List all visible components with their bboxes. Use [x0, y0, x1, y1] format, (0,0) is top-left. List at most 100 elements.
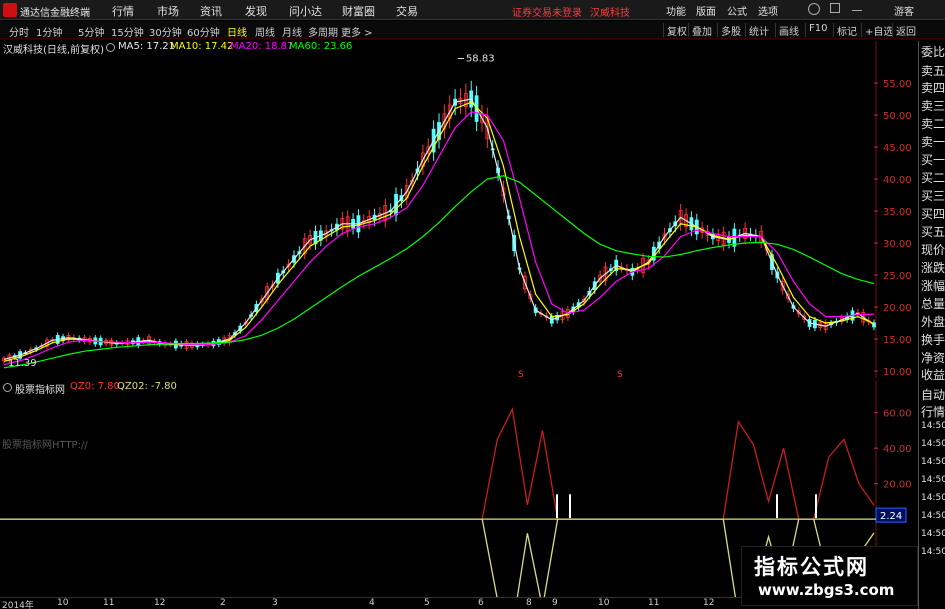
- period-1min[interactable]: 1分钟: [36, 24, 62, 39]
- menu-gongshi[interactable]: 公式: [727, 3, 747, 18]
- period-15min[interactable]: 15分钟: [111, 24, 144, 39]
- sub-axis-tick-label: 20.00: [883, 480, 912, 491]
- right-panel-label: 委比: [921, 45, 945, 59]
- right-panel-label: 14:50: [921, 475, 945, 485]
- period-more[interactable]: 更多 >: [341, 24, 373, 39]
- sub-axis-tick-label: 40.00: [883, 444, 912, 455]
- period-daily[interactable]: 日线: [227, 24, 247, 39]
- right-panel-label[interactable]: 行情: [921, 403, 945, 420]
- time-axis-label: 2014年: [2, 601, 34, 609]
- menu-caifuquan[interactable]: 财富圈: [342, 3, 375, 19]
- duogu-button[interactable]: 多股: [717, 23, 741, 38]
- menu-faxian[interactable]: 发现: [245, 3, 267, 19]
- right-panel-label: 卖三: [921, 99, 945, 113]
- period-fenshi[interactable]: 分时: [9, 24, 29, 39]
- app-logo-icon: [3, 3, 17, 17]
- time-axis-label: 11: [103, 598, 115, 608]
- time-axis-label: 6: [478, 598, 484, 608]
- guest-label[interactable]: 游客: [894, 3, 914, 18]
- add-favorite-button[interactable]: +自选: [861, 23, 893, 38]
- menu-banmian[interactable]: 版面: [696, 3, 716, 18]
- period-60min[interactable]: 60分钟: [187, 24, 220, 39]
- main-axis-tick-label: 10.00: [883, 367, 912, 378]
- menu-shichang[interactable]: 市场: [157, 3, 179, 19]
- f10-button[interactable]: F10: [805, 23, 827, 37]
- time-axis-label: 12: [154, 598, 166, 608]
- ma60-line: [3, 175, 875, 369]
- low-price-label: 11.39: [8, 358, 37, 369]
- back-button[interactable]: 返回: [892, 23, 916, 38]
- menu-hangqing[interactable]: 行情: [112, 3, 134, 19]
- right-panel-label: 卖四: [921, 81, 945, 95]
- app-name: 通达信金融终端: [20, 8, 90, 19]
- time-axis-label: 12: [703, 598, 715, 608]
- huaxian-button[interactable]: 画线: [775, 23, 799, 38]
- time-axis-label: 4: [369, 598, 375, 608]
- right-panel-label: 14:50: [921, 547, 945, 557]
- period-30min[interactable]: 30分钟: [149, 24, 182, 39]
- main-price-chart[interactable]: 55.00 50.00 45.00 40.00 35.00 30.00 25.00 20.00…: [0, 41, 918, 378]
- message-icon[interactable]: [830, 3, 840, 13]
- period-bar: 分时 1分钟 5分钟 15分钟 30分钟 60分钟 日线 周线 月线 多周期 更…: [0, 21, 945, 39]
- right-panel-label: 涨跌: [921, 261, 945, 275]
- time-axis-label: 9: [552, 598, 558, 608]
- tongji-button[interactable]: 统计: [745, 23, 769, 38]
- time-axis-label: 10: [598, 598, 610, 608]
- time-axis-label: 3: [272, 598, 278, 608]
- biaoji-button[interactable]: 标记: [833, 23, 857, 38]
- right-panel-label: 买五: [921, 225, 945, 239]
- current-stock-name: 汉威科技: [590, 8, 630, 19]
- right-panel-label: 14:50: [921, 457, 945, 467]
- right-panel-label: 买二: [921, 171, 945, 185]
- right-panel-label[interactable]: 自动: [921, 386, 945, 403]
- site-badge: 指标公式网 www.zbgs3.com: [741, 546, 918, 606]
- event-marker-s: S: [617, 370, 623, 378]
- right-panel-label: 外盘: [921, 315, 945, 329]
- period-monthly[interactable]: 月线: [282, 24, 302, 39]
- main-axis-tick-label: 20.00: [883, 303, 912, 314]
- menu-jiaoyi[interactable]: 交易: [396, 3, 418, 19]
- current-value-label: 2.24: [880, 511, 902, 522]
- menu-gongneng[interactable]: 功能: [666, 3, 686, 18]
- right-panel-label: 涨幅: [921, 279, 945, 293]
- fuquan-button[interactable]: 复权: [663, 23, 687, 38]
- main-axis-tick-label: 50.00: [883, 111, 912, 122]
- right-panel-label: 14:50: [921, 493, 945, 503]
- period-multi[interactable]: 多周期: [308, 24, 338, 39]
- main-axis-tick-label: 45.00: [883, 143, 912, 154]
- period-5min[interactable]: 5分钟: [78, 24, 104, 39]
- right-panel-label: 收益: [921, 368, 945, 382]
- main-axis-tick-label: 30.00: [883, 239, 912, 250]
- user-icon[interactable]: [808, 3, 820, 15]
- right-panel-label: 14:50: [921, 529, 945, 539]
- badge-url: www.zbgs3.com: [758, 581, 895, 599]
- right-panel-label: 14:50: [921, 511, 945, 521]
- right-panel-label: 总量: [921, 297, 945, 311]
- right-panel-label: 14:50: [921, 439, 945, 449]
- time-axis-label: 10: [57, 598, 69, 608]
- right-panel-label: 买一: [921, 153, 945, 167]
- right-panel-label: 买三: [921, 189, 945, 203]
- menu-xuanxiang[interactable]: 选项: [758, 3, 778, 18]
- time-axis-label: 11: [648, 598, 660, 608]
- main-axis-tick-label: 35.00: [883, 207, 912, 218]
- login-notice[interactable]: 证券交易未登录: [512, 4, 582, 19]
- period-weekly[interactable]: 周线: [255, 24, 275, 39]
- main-axis-tick-label: 15.00: [883, 335, 912, 346]
- right-panel-label: 买四: [921, 207, 945, 221]
- event-marker-s: S: [518, 370, 524, 378]
- right-quote-panel: 委比 卖五 卖四 卖三 卖二 卖一 买一 买二 买三 买四 买五 现价 涨跌 涨幅 总量 外盘 换手 净资 收益 自动…: [918, 41, 945, 609]
- minimize-icon[interactable]: [852, 3, 862, 11]
- time-axis-label: 8: [526, 598, 532, 608]
- sub-axis-tick-label: 60.00: [883, 409, 912, 420]
- menu-wenxiaoda[interactable]: 问小达: [289, 3, 322, 19]
- time-axis-label: 2: [220, 598, 226, 608]
- time-axis-label: 5: [424, 598, 430, 608]
- menu-zixun[interactable]: 资讯: [200, 3, 222, 19]
- main-axis-tick-label: 25.00: [883, 271, 912, 282]
- diejia-button[interactable]: 叠加: [688, 23, 712, 38]
- right-panel-label: 卖二: [921, 117, 945, 131]
- badge-title: 指标公式网: [754, 555, 869, 579]
- main-axis-tick-label: 40.00: [883, 175, 912, 186]
- right-panel-label: 14:50: [921, 421, 945, 431]
